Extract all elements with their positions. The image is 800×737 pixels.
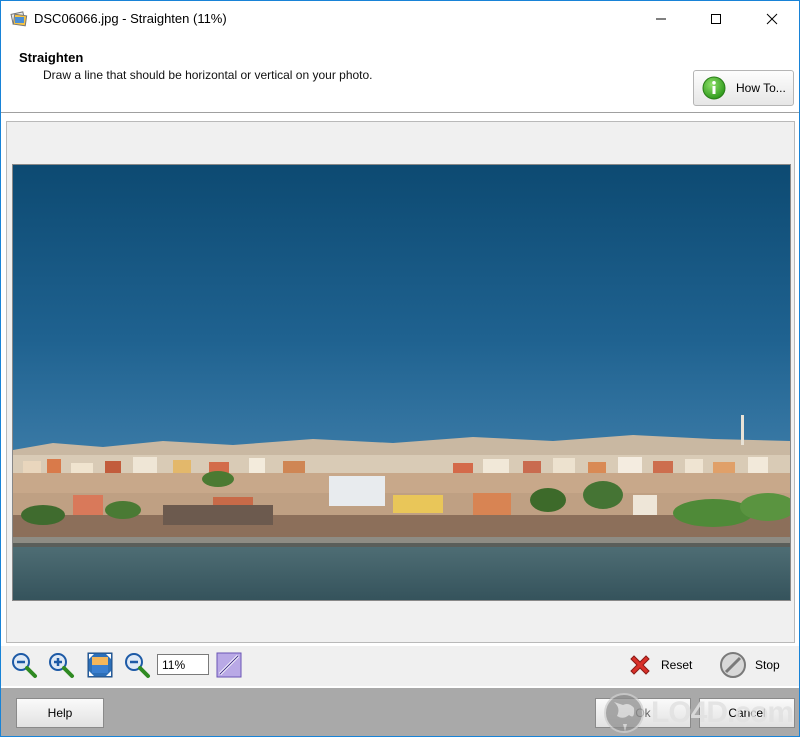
zoom-in-button[interactable] xyxy=(46,650,76,680)
header-instructions: Draw a line that should be horizontal or… xyxy=(43,68,373,82)
title-bar: DSC06066.jpg - Straighten (11%) xyxy=(1,1,799,37)
close-icon xyxy=(766,13,778,25)
straighten-tool-button[interactable] xyxy=(214,650,244,680)
photo-image xyxy=(13,165,790,600)
zoom-out-icon xyxy=(12,653,37,678)
fit-to-window-button[interactable] xyxy=(85,650,115,680)
zoom-level-input[interactable] xyxy=(157,654,209,675)
reset-icon xyxy=(630,655,650,675)
close-button[interactable] xyxy=(749,1,795,37)
minimize-icon xyxy=(656,18,666,20)
zoom-actual-button[interactable] xyxy=(122,650,152,680)
how-to-button[interactable]: How To... xyxy=(693,70,794,106)
watermark-logo: LO4D.com xyxy=(601,689,799,736)
how-to-label: How To... xyxy=(736,81,786,95)
zoom-out-button[interactable] xyxy=(9,650,39,680)
preview-area[interactable] xyxy=(6,121,795,643)
stop-button[interactable]: Stop xyxy=(719,652,780,678)
straighten-window: DSC06066.jpg - Straighten (11%) Straight… xyxy=(0,0,800,737)
minimize-button[interactable] xyxy=(638,1,684,37)
fit-to-window-icon xyxy=(87,652,113,678)
reset-button[interactable]: Reset xyxy=(627,652,692,678)
stop-label: Stop xyxy=(755,658,780,672)
reset-label: Reset xyxy=(661,658,693,672)
help-button[interactable]: Help xyxy=(16,698,104,728)
photo-canvas[interactable] xyxy=(12,164,791,601)
zoom-in-icon xyxy=(49,653,74,678)
app-icon xyxy=(10,11,28,27)
info-icon xyxy=(702,76,726,100)
zoom-minus-icon xyxy=(125,653,150,678)
watermark-text: LO4D.com xyxy=(651,696,794,729)
zoom-toolbar: Reset Stop xyxy=(1,646,799,686)
globe-icon xyxy=(604,693,644,733)
help-label: Help xyxy=(47,706,73,720)
window-title: DSC06066.jpg - Straighten (11%) xyxy=(34,11,227,26)
stop-icon xyxy=(720,652,746,678)
straighten-icon xyxy=(216,652,242,678)
header-title: Straighten xyxy=(19,50,84,65)
maximize-button[interactable] xyxy=(693,1,739,37)
maximize-icon xyxy=(711,14,721,24)
dialog-header: Straighten Draw a line that should be ho… xyxy=(1,37,799,113)
